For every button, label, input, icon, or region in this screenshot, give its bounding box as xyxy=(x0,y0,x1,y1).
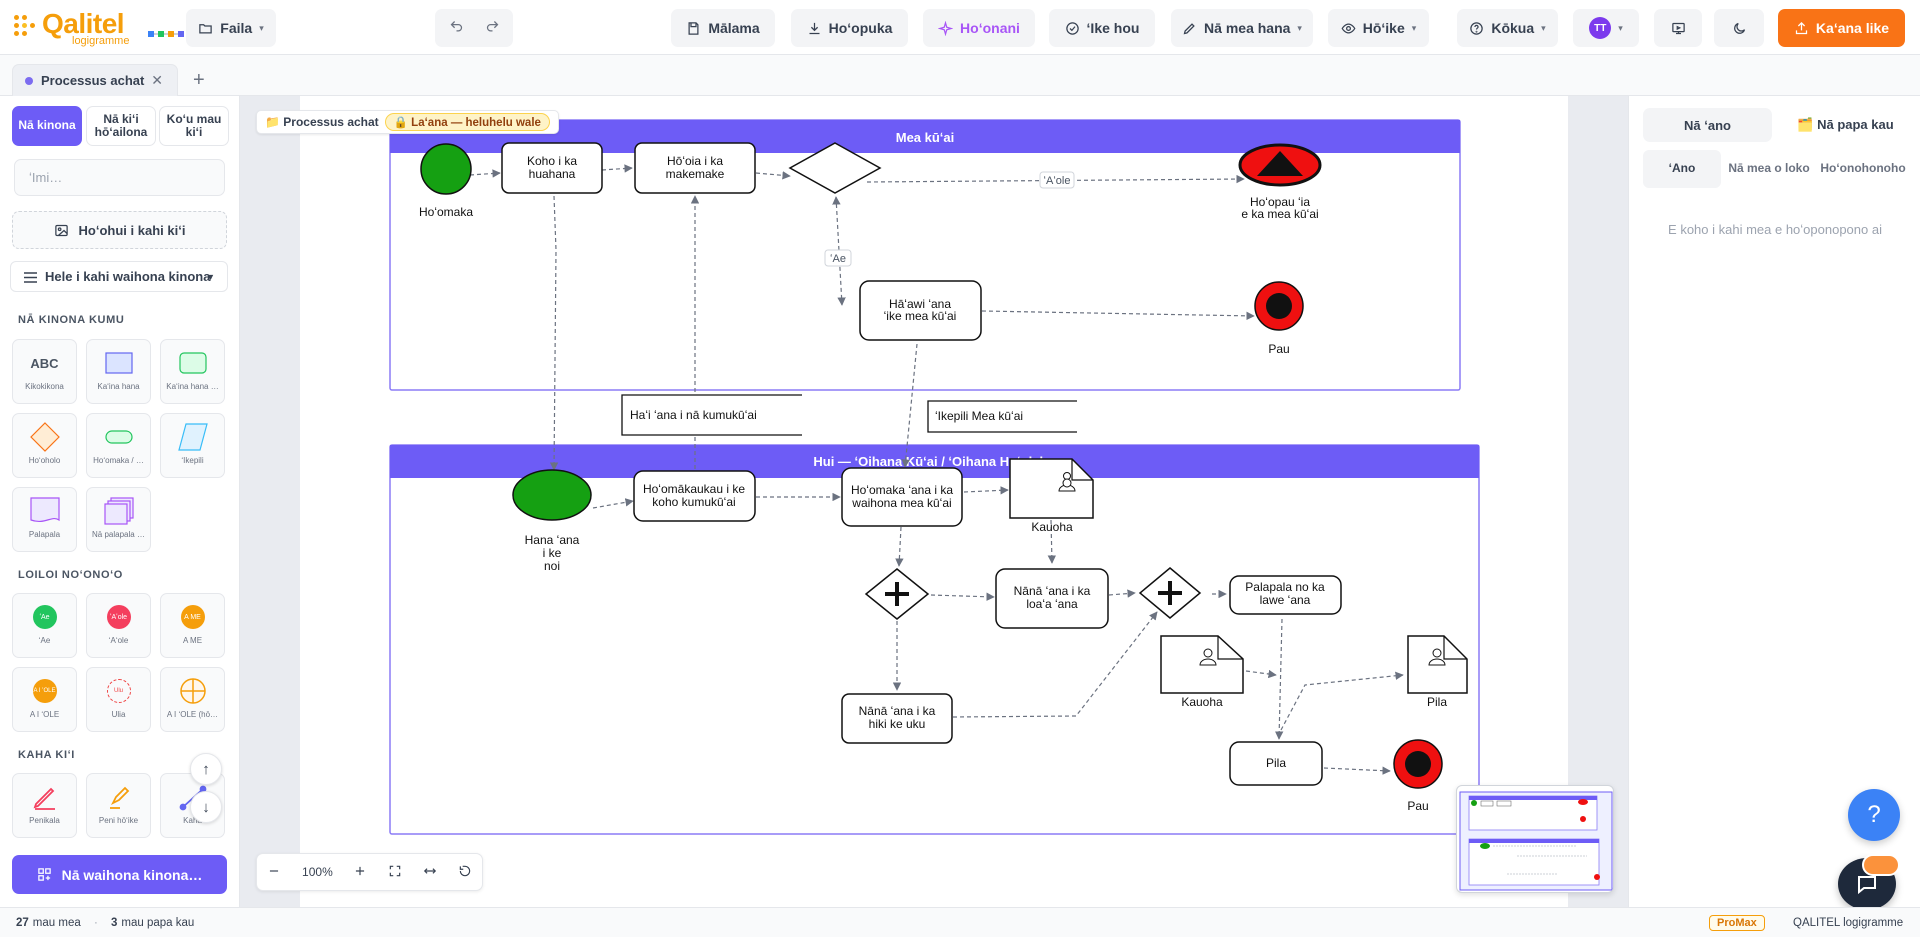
svg-text:Hana ʻana: Hana ʻana xyxy=(525,533,580,547)
svg-text:Hoʻomaka ʻana i ka: Hoʻomaka ʻana i ka xyxy=(851,483,953,497)
task-open-database[interactable]: Hoʻomaka ʻana i ka waihona mea kūʻai xyxy=(841,467,963,527)
svg-text:Pau: Pau xyxy=(1407,799,1428,813)
svg-text:Hoʻomaka: Hoʻomaka xyxy=(419,205,473,219)
share-button[interactable]: Kaʻana like xyxy=(1778,9,1905,47)
minimap[interactable] xyxy=(1456,785,1614,893)
svg-text:ʻAe: ʻAe xyxy=(830,253,846,265)
readonly-badge: 🔒 Laʻana — heluhelu wale xyxy=(384,113,550,131)
share-label: Kaʻana like xyxy=(1815,20,1890,36)
fit-width-icon[interactable] xyxy=(423,864,437,881)
svg-text:Pila: Pila xyxy=(1266,756,1286,770)
present-icon xyxy=(1671,22,1685,34)
zoom-out-icon[interactable] xyxy=(267,864,281,881)
svg-text:waihona mea kūʻai: waihona mea kūʻai xyxy=(851,496,951,510)
plan-badge: ProMax xyxy=(1709,915,1765,931)
edge-label-yes: ʻAe xyxy=(824,249,852,267)
reset-view-icon[interactable] xyxy=(458,864,472,881)
pool-customer-title: Mea kūʻai xyxy=(896,130,955,145)
edge-label-no: ʻAʻole xyxy=(1039,171,1075,189)
svg-text:Pau: Pau xyxy=(1268,342,1289,356)
svg-text:hiki ke uku: hiki ke uku xyxy=(869,717,926,731)
svg-text:koho kumukūʻai: koho kumukūʻai xyxy=(652,495,735,509)
svg-text:Pila: Pila xyxy=(1427,695,1447,709)
breadcrumb-label[interactable]: 📁 Processus achat xyxy=(265,115,379,129)
app-root: Qalitel logigramme Faila ▾ Mālama Hoʻopu… xyxy=(0,0,1920,937)
task-send-info[interactable]: Hāʻawi ʻana ʻike mea kūʻai xyxy=(859,280,982,341)
svg-text:loaʻa ʻana: loaʻa ʻana xyxy=(1026,597,1078,611)
help-fab-button[interactable]: ? xyxy=(1848,789,1900,841)
svg-text:Koho i kahuahana: Koho i ka huahana xyxy=(527,154,577,181)
subtab-contents[interactable]: Nā mea o loko xyxy=(1728,150,1810,188)
data-price-info[interactable]: Haʻi ʻana i nā kumukūʻai xyxy=(621,394,802,436)
tab-properties[interactable]: Nā ʻano xyxy=(1643,108,1772,142)
subtab-style[interactable]: ʻAno xyxy=(1643,150,1721,188)
task-delivery-note[interactable]: Palapala no ka lawe ʻana xyxy=(1229,575,1342,615)
empty-selection-hint: E koho i kahi mea e hoʻoponopono ai xyxy=(1668,222,1882,237)
chat-notification-badge xyxy=(1862,854,1900,876)
svg-text:ʻAʻole: ʻAʻole xyxy=(1044,175,1071,187)
breadcrumb: 📁 Processus achat 🔒 Laʻana — heluhelu wa… xyxy=(256,110,559,134)
elements-label: mau mea xyxy=(32,917,81,929)
theme-toggle-button[interactable] xyxy=(1714,9,1764,47)
svg-text:Palapala no ka: Palapala no ka xyxy=(1245,580,1325,594)
zoom-level[interactable]: 100% xyxy=(302,865,333,879)
minimap-preview xyxy=(1459,791,1613,891)
moon-icon xyxy=(1733,22,1745,34)
fit-screen-icon[interactable] xyxy=(388,864,402,881)
task-check-payment[interactable]: Nānā ʻana i ka hiki ke uku xyxy=(841,693,953,744)
svg-text:lawe ʻana: lawe ʻana xyxy=(1260,593,1311,607)
status-bar: 27 mau mea · 3 mau papa kau ProMax QALITEL… xyxy=(0,907,1920,937)
zoom-in-icon[interactable] xyxy=(353,864,367,881)
data-customer[interactable]: ʻIkepili Mea kūʻai xyxy=(927,400,1077,433)
svg-text:ʻIkepili Mea kūʻai: ʻIkepili Mea kūʻai xyxy=(935,409,1023,423)
svg-text:i ke: i ke xyxy=(543,546,562,560)
svg-text:noi: noi xyxy=(544,559,560,573)
properties-panel: Nā ʻano 🗂️ Nā papa kau ʻAno Nā mea o lok… xyxy=(1628,96,1920,907)
svg-text:ʻike mea kūʻai: ʻike mea kūʻai xyxy=(884,309,957,323)
brand-label: QALITEL logigramme xyxy=(1793,917,1904,929)
task-check-availability[interactable]: Nānā ʻana i ka loaʻa ʻana xyxy=(995,568,1109,629)
elements-count: 27 xyxy=(16,917,29,929)
layers-label: mau papa kau xyxy=(121,917,195,929)
svg-text:Nānā ʻana i ka: Nānā ʻana i ka xyxy=(859,704,936,718)
task-choose-product[interactable]: Koho i ka huahana xyxy=(501,142,603,194)
task-prepare-quote[interactable]: Hoʻomākaukau i ke koho kumukūʻai xyxy=(633,470,756,522)
task-check-need[interactable]: Hōʻoia i ka makemake xyxy=(634,142,756,194)
tab-layers[interactable]: 🗂️ Nā papa kau xyxy=(1782,108,1909,142)
upload-icon xyxy=(1795,21,1808,34)
bpmn-diagram: Mea kūʻai Hui — ʻOihana Kūʻai / ʻOihana … xyxy=(389,119,1480,835)
svg-text:Hoʻomākaukau i ke: Hoʻomākaukau i ke xyxy=(643,482,745,496)
start-event[interactable]: Hoʻomaka xyxy=(419,143,473,219)
svg-text:Hōʻoia i kamakemake: Hōʻoia i ka makemake xyxy=(666,154,725,181)
task-bill[interactable]: Pila xyxy=(1229,741,1323,786)
svg-text:Kauoha: Kauoha xyxy=(1031,520,1073,534)
layers-count: 3 xyxy=(110,917,118,929)
subtab-arrange[interactable]: Hoʻonohonoho xyxy=(1815,150,1911,188)
svg-text:Nānā ʻana i ka: Nānā ʻana i ka xyxy=(1014,584,1091,598)
svg-text:e ka mea kūʻai: e ka mea kūʻai xyxy=(1241,207,1318,221)
svg-text:Kauoha: Kauoha xyxy=(1181,695,1223,709)
present-button[interactable] xyxy=(1654,9,1702,47)
zoom-controls: 100% xyxy=(256,853,483,891)
svg-text:Haʻi ʻana i nā kumukūʻai: Haʻi ʻana i nā kumukūʻai xyxy=(630,408,757,422)
